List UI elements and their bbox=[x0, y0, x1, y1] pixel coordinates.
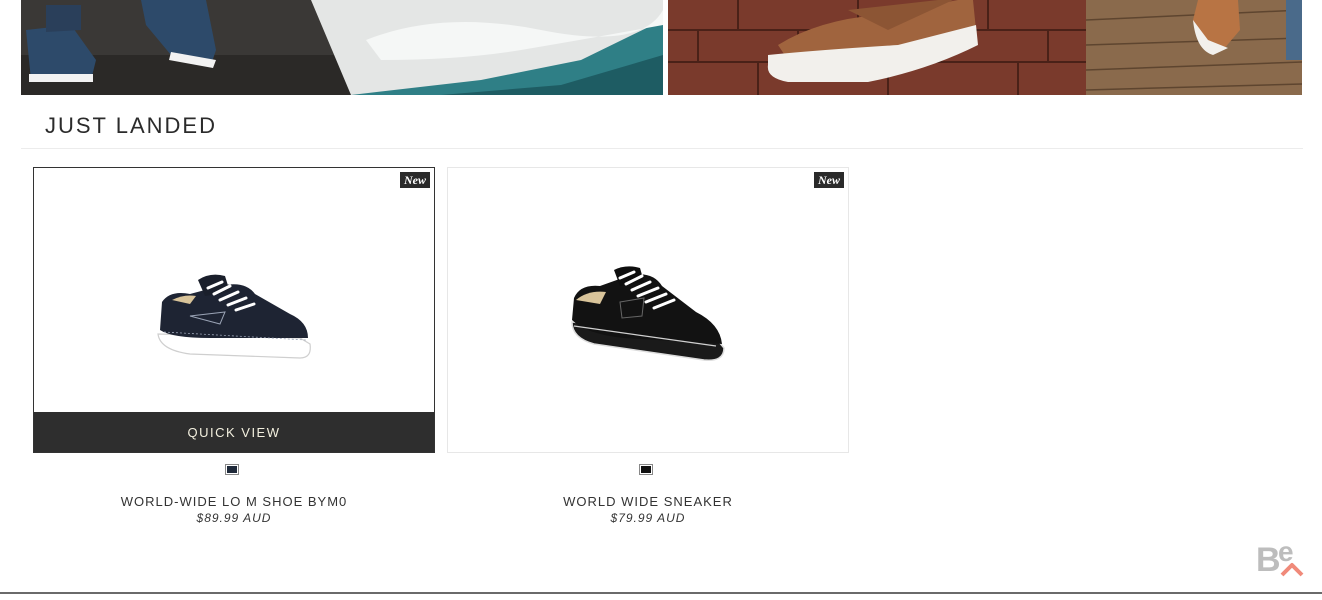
hero-image-brown-shoe-bricks bbox=[668, 0, 1302, 95]
product-name-link[interactable]: WORLD WIDE SNEAKER bbox=[447, 494, 849, 509]
footer-divider bbox=[0, 592, 1322, 594]
new-badge: New bbox=[400, 172, 430, 188]
color-swatch[interactable] bbox=[225, 464, 239, 475]
svg-text:e: e bbox=[1278, 539, 1294, 567]
product-image-shoe[interactable] bbox=[150, 272, 320, 367]
product-price: $89.99 AUD bbox=[196, 511, 272, 525]
hero-image-skater-wave bbox=[21, 0, 663, 95]
section-title: JUST LANDED bbox=[45, 113, 217, 138]
color-swatch[interactable] bbox=[639, 464, 653, 475]
product-name-link[interactable]: WORLD-WIDE LO M SHOE BYM0 bbox=[33, 494, 435, 509]
quick-view-button[interactable]: QUICK VIEW bbox=[34, 412, 434, 452]
product-image-shoe[interactable] bbox=[564, 264, 734, 369]
product-card[interactable]: New bbox=[447, 167, 849, 453]
svg-text:B: B bbox=[1256, 541, 1281, 577]
hero-banner-left[interactable] bbox=[21, 0, 663, 95]
section-divider bbox=[21, 148, 1303, 149]
swatch-color-fill bbox=[227, 466, 237, 473]
product-price: $79.99 AUD bbox=[610, 511, 686, 525]
behance-logo-icon: B e bbox=[1256, 539, 1304, 577]
product-card[interactable]: New QUICK VIEW bbox=[33, 167, 435, 453]
swatch-color-fill bbox=[641, 466, 651, 473]
new-badge: New bbox=[814, 172, 844, 188]
hero-banner-right[interactable] bbox=[668, 0, 1302, 95]
